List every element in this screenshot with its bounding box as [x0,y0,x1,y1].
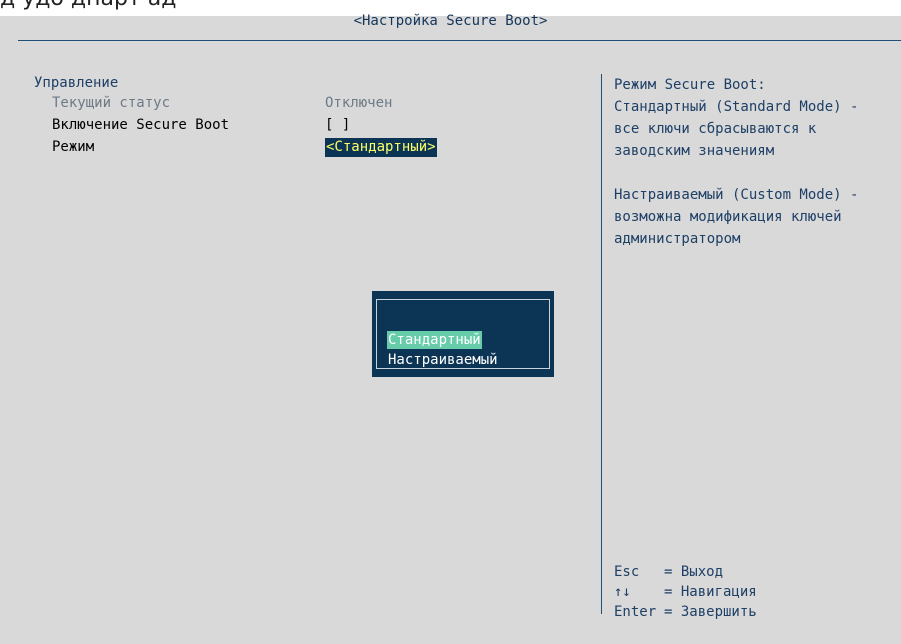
help-panel: Режим Secure Boot: Стандартный (Standard… [614,74,894,250]
help-line: Стандартный (Standard Mode) - [614,99,859,115]
help-line: администратором [614,231,741,247]
enable-secure-boot-checkbox[interactable]: [ ] [325,116,350,134]
enable-secure-boot-label[interactable]: Включение Secure Boot [52,116,229,134]
help-line: все ключи сбрасываются к [614,121,817,137]
section-heading-control: Управление [34,75,119,91]
bios-screen: <Настройка Secure Boot> Управление Текущ… [0,13,901,644]
header-divider [18,40,901,41]
key-arrows-action: = Навигация [664,584,757,600]
help-line: возможна модификация ключей [614,209,842,225]
popup-option-custom[interactable]: Настраиваемый [388,351,498,369]
help-line: Режим Secure Boot: [614,77,766,93]
cropped-caption-text: д удо дпарт ад [0,0,176,11]
current-status-value: Отключен [325,95,393,111]
key-legend: Esc = Выход ↑↓ = Навигация Enter = Завер… [614,562,757,622]
key-enter-action: = Завершить [664,604,757,620]
key-esc: Esc [614,564,640,580]
help-line: Настраиваемый (Custom Mode) - [614,187,859,203]
mode-label[interactable]: Режим [52,138,94,156]
key-legend-row: Esc = Выход [614,562,757,582]
help-line: заводским значениям [614,143,775,159]
mode-select-value[interactable]: <Стандартный> [325,138,437,157]
popup-option-standard[interactable]: Стандартный [387,331,482,349]
key-enter: Enter [614,604,657,620]
help-panel-divider [601,74,602,614]
page-title: <Настройка Secure Boot> [353,13,548,29]
key-legend-row: Enter = Завершить [614,602,757,622]
key-esc-action: = Выход [664,564,724,580]
current-status-label: Текущий статус [52,95,171,111]
key-legend-row: ↑↓ = Навигация [614,582,757,602]
mode-options-popup: Стандартный Настраиваемый [372,291,554,377]
key-arrows: ↑↓ [614,584,631,600]
